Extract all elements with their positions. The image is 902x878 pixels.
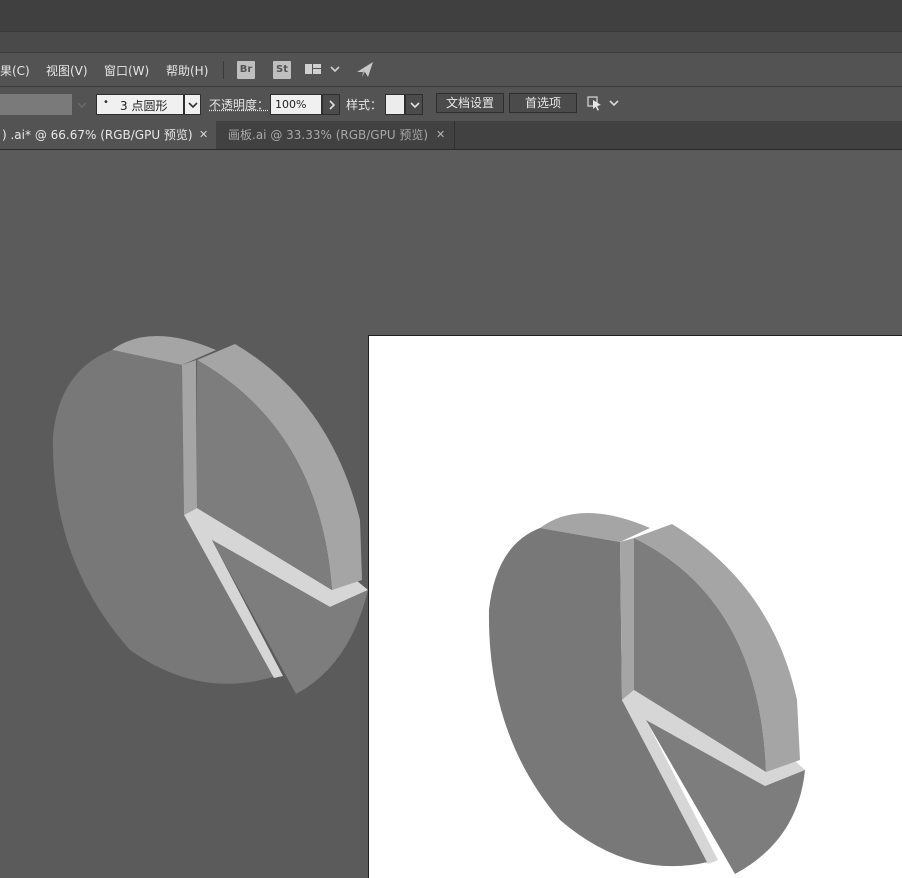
pie-gap-vertical bbox=[620, 538, 634, 700]
isometric-pie-chart-artboard[interactable] bbox=[0, 0, 902, 878]
